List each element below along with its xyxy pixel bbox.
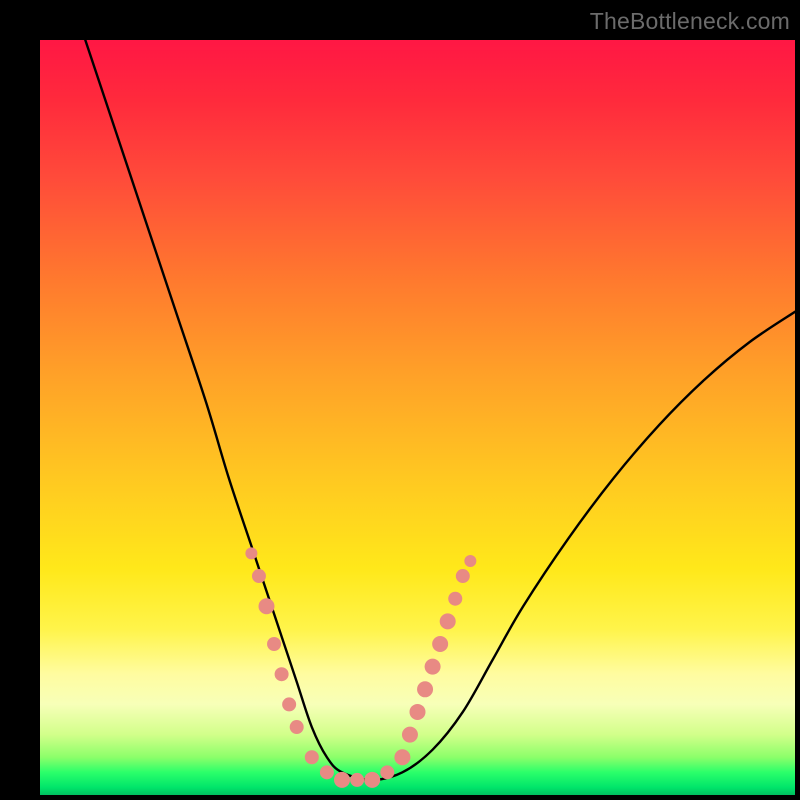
- plot-area: [40, 40, 795, 795]
- benchmark-point: [410, 704, 426, 720]
- watermark-text: TheBottleneck.com: [590, 8, 790, 35]
- benchmark-point: [259, 598, 275, 614]
- benchmark-point: [320, 765, 334, 779]
- benchmark-point: [380, 765, 394, 779]
- benchmark-point: [267, 637, 281, 651]
- benchmark-point: [394, 749, 410, 765]
- benchmark-point: [402, 727, 418, 743]
- benchmark-point: [432, 636, 448, 652]
- benchmark-point: [282, 697, 296, 711]
- benchmark-point: [305, 750, 319, 764]
- benchmark-point: [448, 592, 462, 606]
- benchmark-point: [456, 569, 470, 583]
- chart-stage: TheBottleneck.com: [0, 0, 800, 800]
- benchmark-points: [245, 547, 476, 788]
- benchmark-point: [425, 659, 441, 675]
- benchmark-point: [275, 667, 289, 681]
- benchmark-point: [334, 772, 350, 788]
- benchmark-point: [252, 569, 266, 583]
- benchmark-point: [417, 681, 433, 697]
- benchmark-point: [290, 720, 304, 734]
- benchmark-point: [245, 547, 257, 559]
- benchmark-point: [440, 613, 456, 629]
- benchmark-point: [364, 772, 380, 788]
- benchmark-point: [464, 555, 476, 567]
- benchmark-point: [350, 773, 364, 787]
- chart-svg: [40, 40, 795, 795]
